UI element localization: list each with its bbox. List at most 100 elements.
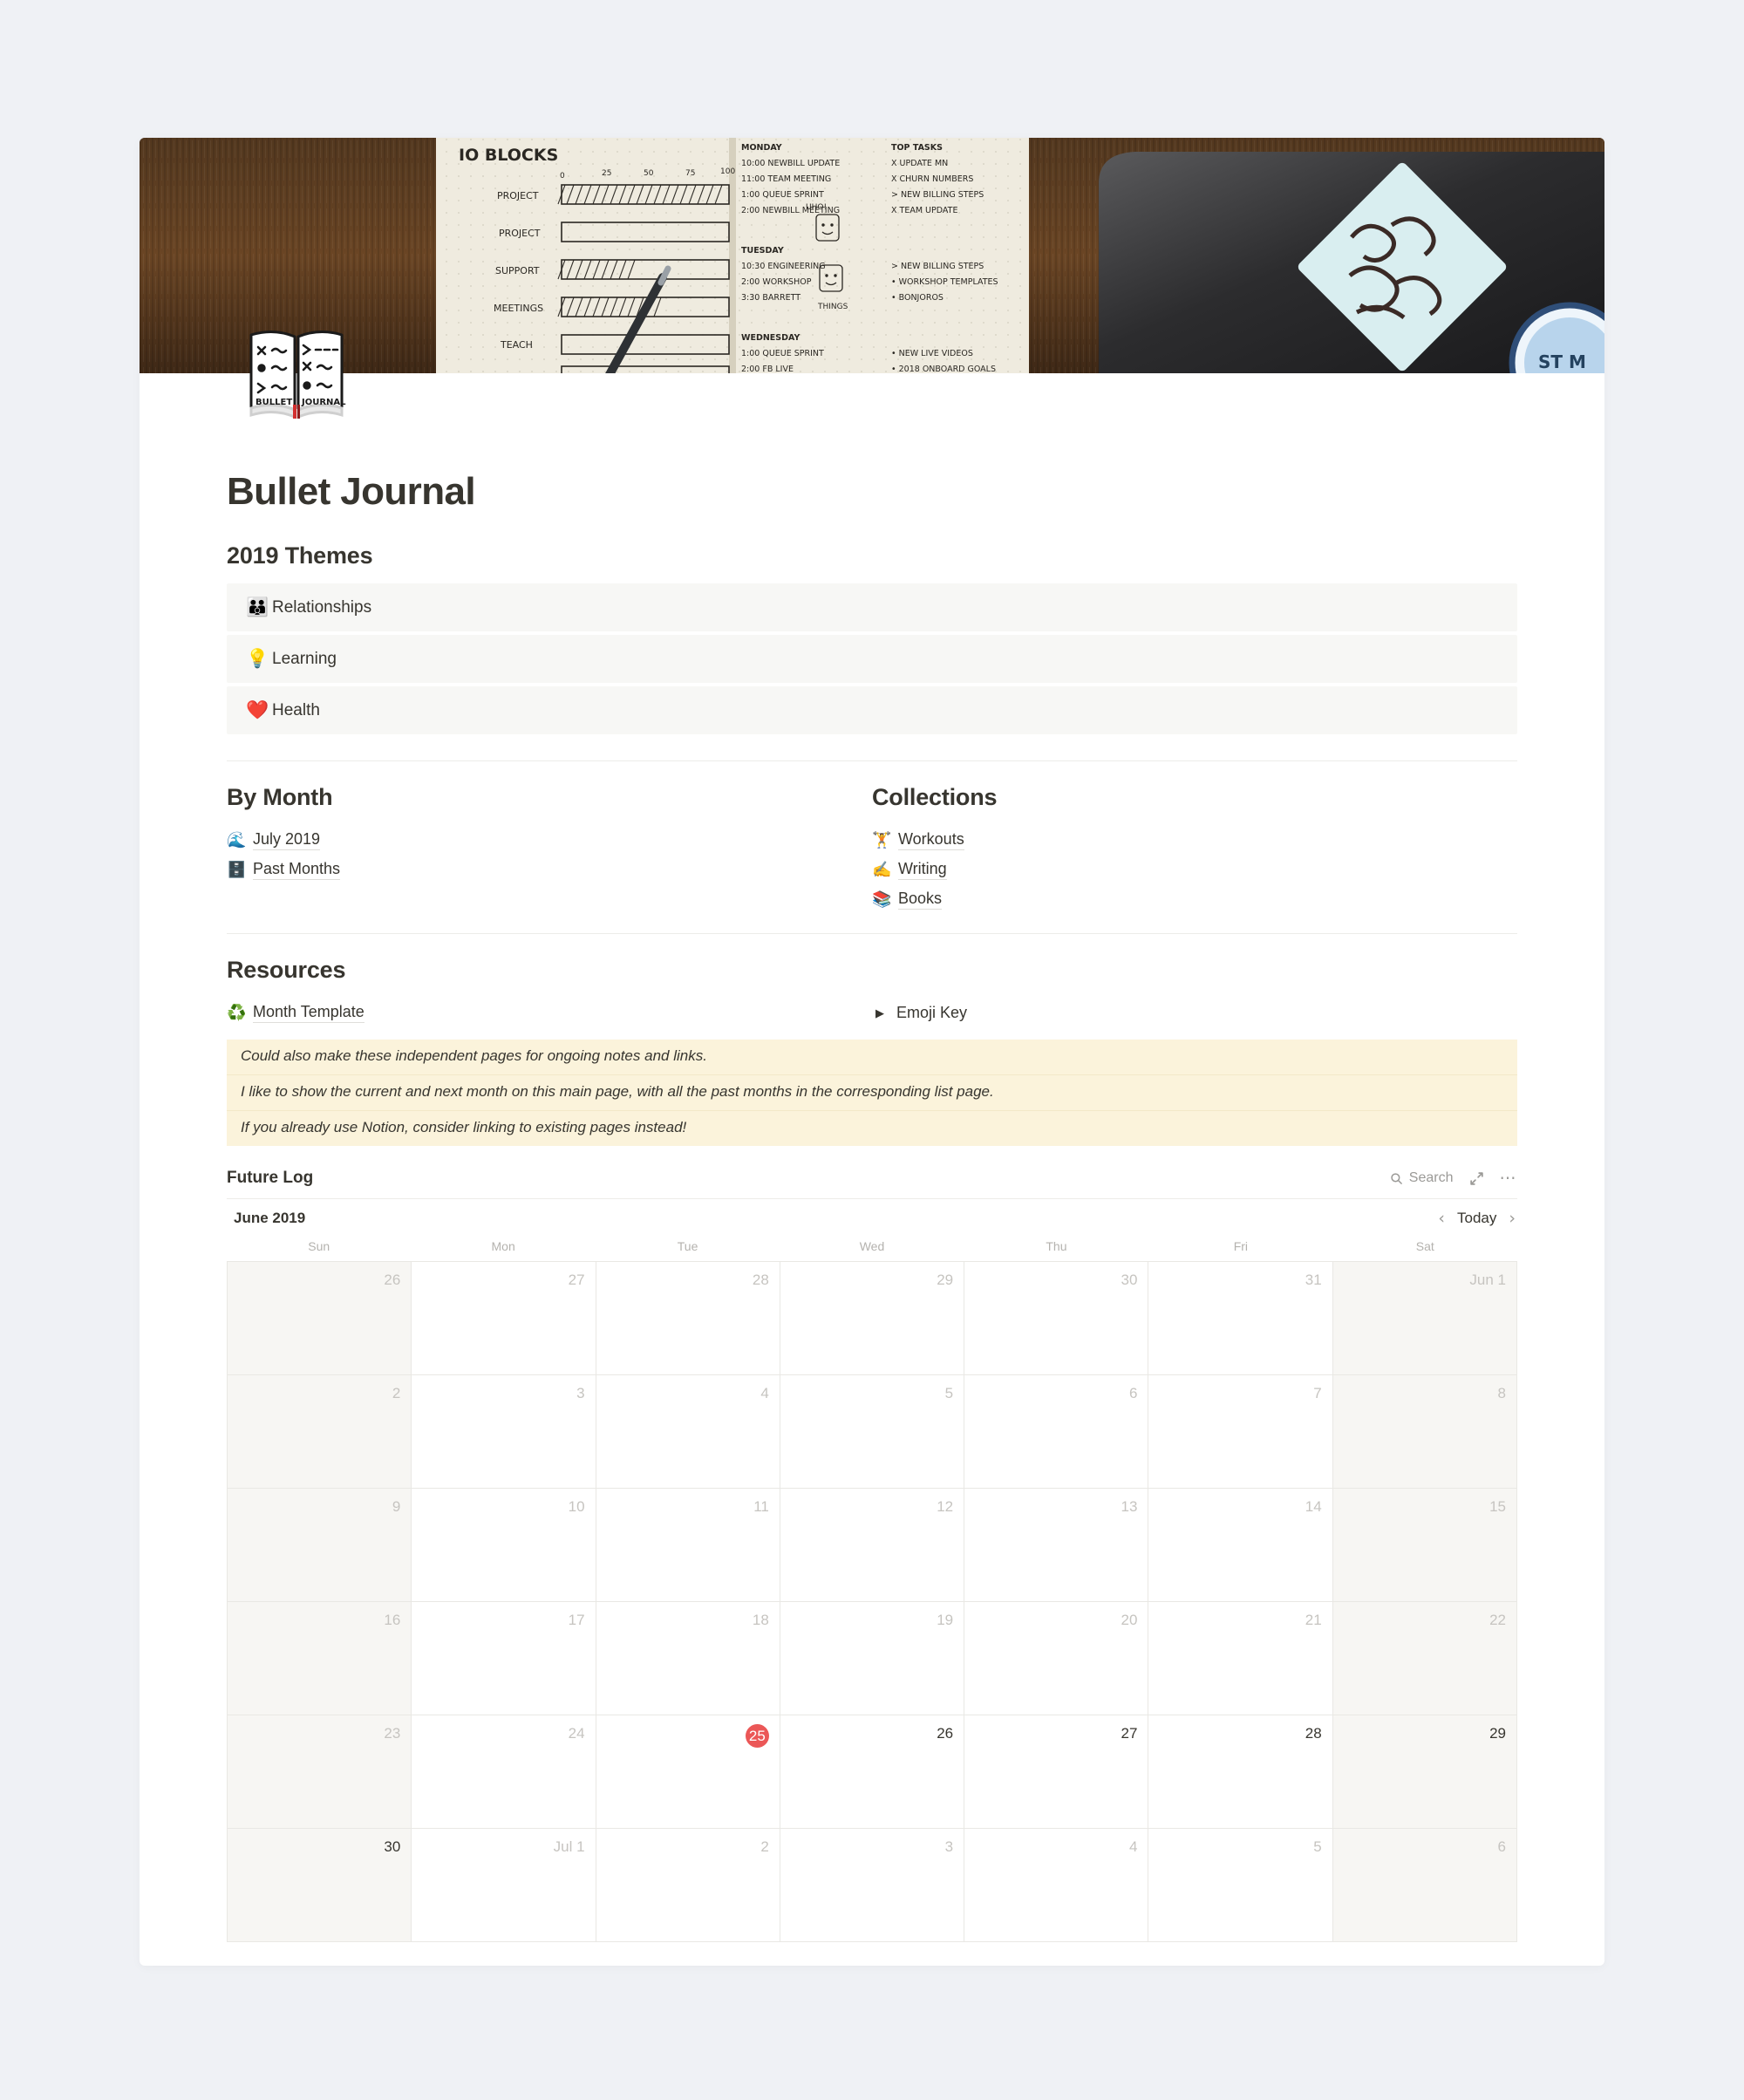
calendar-day-number: 28: [752, 1272, 769, 1289]
calendar-day-cell[interactable]: 12: [780, 1489, 965, 1603]
page-cover[interactable]: IO BLOCKS PROJECT PROJECT SUPPORT MEETIN…: [140, 138, 1604, 373]
calendar-day-cell[interactable]: 3: [780, 1829, 965, 1943]
future-log-database: Future Log Search ⋯ June 2019 ‹ Today › …: [227, 1169, 1518, 1943]
theme-label: Learning: [272, 649, 337, 668]
calendar-day-cell[interactable]: 29: [1332, 1715, 1517, 1830]
calendar-day-number: 3: [576, 1385, 585, 1402]
page-icon[interactable]: BULLET JOURNAL: [242, 319, 351, 427]
more-options-icon[interactable]: ⋯: [1500, 1169, 1518, 1187]
calendar-day-cell[interactable]: 9: [228, 1489, 412, 1603]
calendar-day-cell[interactable]: 22: [1332, 1602, 1517, 1716]
calendar-day-number: 5: [944, 1385, 954, 1402]
link-past-months[interactable]: 🗄️ Past Months: [227, 855, 846, 884]
calendar-day-cell[interactable]: 27: [964, 1715, 1149, 1830]
calendar-day-number: 26: [384, 1272, 401, 1289]
callout-note: Could also make these independent pages …: [227, 1040, 1517, 1076]
calendar-day-cell[interactable]: 15: [1332, 1489, 1517, 1603]
calendar-day-cell[interactable]: 17: [412, 1602, 596, 1716]
calendar-day-cell[interactable]: 24: [412, 1715, 596, 1830]
calendar-day-cell[interactable]: 14: [1148, 1489, 1333, 1603]
svg-text:10:30 ENGINEERING: 10:30 ENGINEERING: [741, 262, 826, 271]
svg-text:TEACH: TEACH: [500, 339, 533, 351]
svg-text:100: 100: [720, 167, 735, 176]
calendar-day-cell[interactable]: 26: [228, 1262, 412, 1376]
link-label[interactable]: Workouts: [898, 830, 964, 850]
resources-left-column: ♻️ Month Template: [227, 998, 872, 1027]
calendar-day-names: Sun Mon Tue Wed Thu Fri Sat: [227, 1236, 1517, 1261]
link-label[interactable]: Past Months: [253, 860, 341, 880]
wave-emoji: 🌊: [227, 831, 247, 849]
link-label[interactable]: Books: [898, 890, 943, 910]
calendar-day-cell[interactable]: 21: [1148, 1602, 1333, 1716]
day-name-wed: Wed: [859, 1239, 885, 1254]
svg-text:> NEW BILLING STEPS: > NEW BILLING STEPS: [891, 190, 984, 200]
link-books[interactable]: 📚 Books: [872, 884, 1491, 914]
search-button[interactable]: Search: [1390, 1170, 1454, 1186]
svg-text:2:00 FB LIVE: 2:00 FB LIVE: [741, 365, 794, 373]
calendar-day-cell[interactable]: 25: [596, 1715, 780, 1830]
calendar-day-cell[interactable]: 30: [964, 1262, 1149, 1376]
today-button[interactable]: Today: [1457, 1210, 1496, 1227]
calendar-day-cell[interactable]: 30: [228, 1829, 412, 1943]
collapsed-toggle-icon[interactable]: ▶: [872, 1007, 896, 1019]
theme-card-health[interactable]: ❤️ Health: [227, 686, 1517, 735]
calendar-day-cell[interactable]: 8: [1332, 1375, 1517, 1490]
calendar-day-cell[interactable]: 10: [412, 1489, 596, 1603]
prev-month-button[interactable]: ‹: [1438, 1210, 1445, 1227]
calendar-day-number: 26: [937, 1725, 954, 1742]
calendar-day-cell[interactable]: 28: [596, 1262, 780, 1376]
svg-text:2:00 WORKSHOP: 2:00 WORKSHOP: [741, 277, 812, 287]
calendar-day-cell[interactable]: 4: [964, 1829, 1149, 1943]
svg-text:• NEW LIVE VIDEOS: • NEW LIVE VIDEOS: [891, 349, 973, 358]
next-month-button[interactable]: ›: [1509, 1210, 1516, 1227]
calendar-day-cell[interactable]: 2: [228, 1375, 412, 1490]
theme-card-learning[interactable]: 💡 Learning: [227, 635, 1517, 684]
svg-text:10:00 NEWBILL UPDATE: 10:00 NEWBILL UPDATE: [741, 159, 840, 168]
callout-note: I like to show the current and next mont…: [227, 1075, 1517, 1112]
link-month-template[interactable]: ♻️ Month Template: [227, 998, 846, 1027]
link-label[interactable]: July 2019: [253, 830, 321, 850]
link-label[interactable]: Writing: [898, 860, 947, 880]
calendar-day-cell[interactable]: 16: [228, 1602, 412, 1716]
calendar-day-cell[interactable]: 5: [1148, 1829, 1333, 1943]
day-name-thu: Thu: [1046, 1239, 1067, 1254]
calendar-day-cell[interactable]: 7: [1148, 1375, 1333, 1490]
calendar-day-cell[interactable]: 20: [964, 1602, 1149, 1716]
calendar-day-cell[interactable]: 29: [780, 1262, 965, 1376]
page-title: Bullet Journal: [227, 470, 476, 513]
calendar-day-cell[interactable]: 23: [228, 1715, 412, 1830]
calendar-day-cell[interactable]: Jun 1: [1332, 1262, 1517, 1376]
toggle-emoji-key[interactable]: ▶ Emoji Key: [872, 998, 1491, 1027]
future-log-title[interactable]: Future Log: [227, 1169, 313, 1188]
calendar-day-cell[interactable]: 5: [780, 1375, 965, 1490]
calendar-day-number: 2: [760, 1838, 769, 1856]
calendar-day-cell[interactable]: 28: [1148, 1715, 1333, 1830]
expand-icon[interactable]: [1469, 1171, 1484, 1186]
calendar-day-cell[interactable]: 11: [596, 1489, 780, 1603]
calendar-day-cell[interactable]: 19: [780, 1602, 965, 1716]
lightbulb-emoji: 💡: [246, 649, 269, 670]
calendar-day-cell[interactable]: 3: [412, 1375, 596, 1490]
calendar-day-cell[interactable]: 31: [1148, 1262, 1333, 1376]
link-writing[interactable]: ✍️ Writing: [872, 855, 1491, 884]
theme-card-relationships[interactable]: 👪 Relationships: [227, 583, 1517, 632]
calendar-day-cell[interactable]: 26: [780, 1715, 965, 1830]
calendar-day-number: 19: [937, 1612, 954, 1629]
svg-text:DATA/SQL: DATA/SQL: [492, 372, 540, 373]
svg-text:> NEW BILLING STEPS: > NEW BILLING STEPS: [891, 262, 984, 271]
calendar-day-cell[interactable]: 6: [1332, 1829, 1517, 1943]
link-workouts[interactable]: 🏋️ Workouts: [872, 825, 1491, 855]
calendar-day-cell[interactable]: 27: [412, 1262, 596, 1376]
calendar-day-number: 27: [1121, 1725, 1138, 1742]
calendar-day-cell[interactable]: 6: [964, 1375, 1149, 1490]
theme-label: Health: [272, 700, 320, 719]
svg-text:TOP TASKS: TOP TASKS: [891, 143, 943, 153]
link-july-2019[interactable]: 🌊 July 2019: [227, 825, 846, 855]
calendar-day-cell[interactable]: 18: [596, 1602, 780, 1716]
calendar-day-cell[interactable]: 2: [596, 1829, 780, 1943]
calendar-today-badge: 25: [745, 1724, 769, 1749]
calendar-day-cell[interactable]: Jul 1: [412, 1829, 596, 1943]
link-label[interactable]: Month Template: [253, 1003, 364, 1023]
calendar-day-cell[interactable]: 13: [964, 1489, 1149, 1603]
calendar-day-cell[interactable]: 4: [596, 1375, 780, 1490]
